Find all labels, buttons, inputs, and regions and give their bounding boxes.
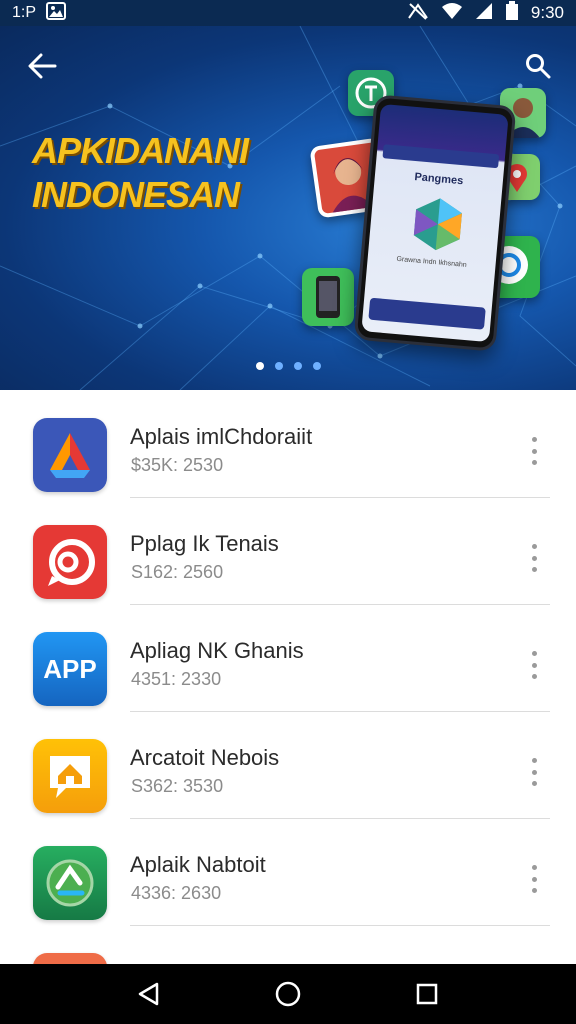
nav-back-button[interactable]	[129, 974, 169, 1014]
back-triangle-icon	[139, 982, 159, 1006]
battery-icon	[505, 0, 519, 26]
carousel-dot[interactable]	[312, 362, 321, 370]
list-item[interactable]: Aplais imlChdoraiit $35K: 2530	[0, 390, 576, 498]
ring-chat-icon	[33, 525, 107, 599]
home-chat-icon	[33, 739, 107, 813]
banner-title-line2: INDONESAN	[32, 174, 240, 215]
app-meta: $35K: 2530	[131, 455, 224, 475]
carousel-indicator	[0, 362, 576, 370]
nav-home-button[interactable]	[268, 974, 308, 1014]
hexagon-logo-icon	[413, 198, 462, 251]
floating-device-card	[302, 268, 354, 326]
banner-title-line1: APKIDANANI	[32, 130, 249, 171]
banner-title: APKIDANANI INDONESAN	[32, 129, 302, 217]
arrow-left-icon	[28, 53, 57, 79]
more-vert-icon[interactable]	[522, 434, 546, 468]
drive-triangle-icon	[33, 418, 107, 492]
hero-banner[interactable]: APKIDANANI INDONESAN Pangmes Grawna Indn…	[0, 26, 576, 390]
status-left-text: 1:P	[12, 4, 37, 21]
app-list: Aplais imlChdoraiit $35K: 2530 Pplag Ik …	[0, 390, 576, 964]
status-bar: 1:P 9:30	[0, 0, 576, 26]
status-time: 9:30	[530, 3, 564, 22]
phone-screen-subtitle: Grawna Indn Ikhsnahn	[396, 255, 467, 269]
more-vert-icon[interactable]	[522, 648, 546, 682]
phone-screen-title: Pangmes	[413, 171, 464, 188]
banner-phone-mockup: Pangmes Grawna Indn Ikhsnahn	[353, 94, 517, 352]
app-meta: S162: 2560	[131, 562, 224, 582]
more-vert-icon[interactable]	[522, 862, 546, 896]
recycle-globe-icon	[33, 846, 107, 920]
carousel-dot[interactable]	[274, 362, 283, 370]
back-button[interactable]	[24, 50, 60, 82]
wifi-icon	[441, 2, 463, 25]
system-nav-bar	[0, 964, 576, 1024]
search-button[interactable]	[522, 50, 554, 82]
list-item[interactable]: Aplaik Nabtoit 4336: 2630	[0, 818, 576, 926]
no-signal-icon	[407, 2, 429, 25]
app-name: Arcatoit Nebois	[130, 745, 280, 770]
nav-recents-button[interactable]	[407, 974, 447, 1014]
search-icon	[526, 54, 551, 79]
image-icon	[46, 1, 67, 25]
carousel-dot[interactable]	[293, 362, 302, 370]
app-meta: S362: 3530	[131, 776, 224, 796]
more-vert-icon[interactable]	[522, 541, 546, 575]
home-circle-icon	[275, 981, 301, 1007]
list-item[interactable]: Pplag Ik Tenais S162: 2560	[0, 497, 576, 605]
list-item[interactable]: APP Apliag NK Ghanis 4351: 2330	[0, 604, 576, 712]
app-text-icon: APP	[33, 632, 107, 706]
app-meta: 4336: 2630	[131, 883, 222, 903]
signal-icon	[475, 2, 493, 25]
carousel-dot[interactable]	[255, 362, 264, 370]
app-name: Apliag NK Ghanis	[130, 638, 304, 663]
more-vert-icon[interactable]	[522, 755, 546, 789]
list-item[interactable]: Arcatoit Nebois S362: 3530	[0, 711, 576, 819]
app-name: Pplag Ik Tenais	[130, 531, 279, 556]
app-icon-text: APP	[43, 653, 97, 684]
app-name: Aplais imlChdoraiit	[130, 424, 313, 449]
app-meta: 4351: 2330	[131, 669, 222, 689]
list-item-partial[interactable]	[0, 925, 576, 964]
app-icon-partial	[33, 953, 107, 964]
recents-square-icon	[416, 983, 437, 1005]
app-name: Aplaik Nabtoit	[130, 852, 266, 877]
